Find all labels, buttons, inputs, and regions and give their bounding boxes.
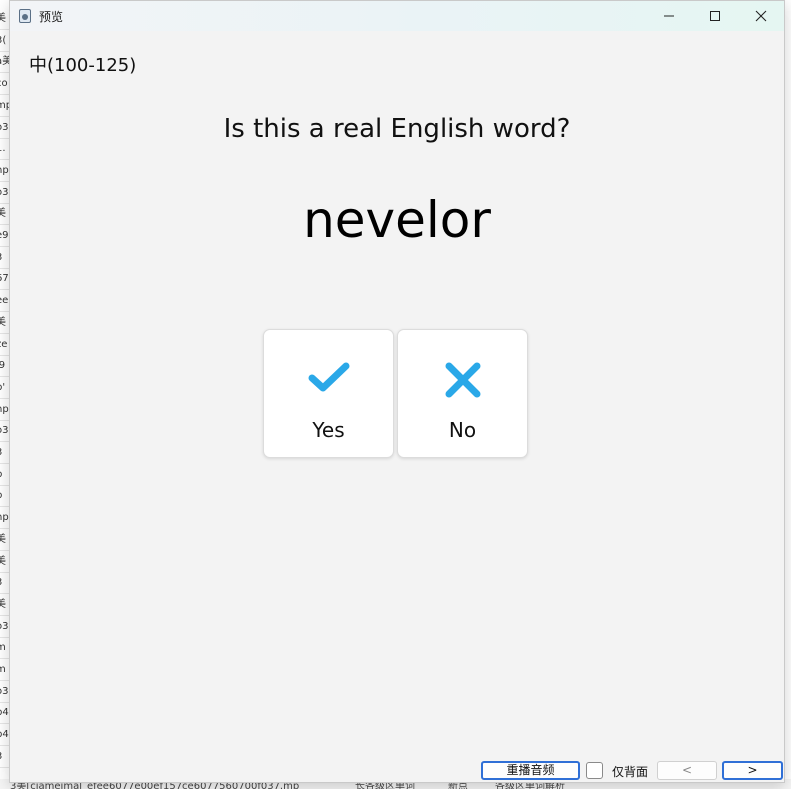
yes-button[interactable]: Yes bbox=[263, 329, 394, 458]
minimize-icon bbox=[664, 15, 674, 17]
replay-audio-button[interactable]: 重播音频 bbox=[481, 761, 580, 780]
next-button[interactable]: > bbox=[722, 761, 783, 780]
no-label: No bbox=[448, 418, 477, 442]
close-button[interactable] bbox=[738, 1, 784, 31]
maximize-button[interactable] bbox=[692, 1, 738, 31]
window-title: 预览 bbox=[39, 10, 64, 24]
maximize-icon bbox=[710, 11, 720, 21]
title-bar[interactable]: 预览 bbox=[10, 1, 784, 31]
back-only-checkbox[interactable] bbox=[586, 762, 603, 779]
test-word: nevelor bbox=[303, 191, 491, 249]
prev-button[interactable]: < bbox=[657, 761, 717, 780]
check-icon bbox=[308, 362, 349, 392]
minimize-button[interactable] bbox=[646, 1, 692, 31]
app-icon bbox=[19, 9, 31, 23]
cross-icon bbox=[445, 362, 480, 398]
difficulty-level-label: 中(100-125) bbox=[29, 55, 137, 76]
no-button[interactable]: No bbox=[397, 329, 528, 458]
yes-label: Yes bbox=[312, 418, 345, 442]
back-only-label: 仅背面 bbox=[612, 765, 649, 779]
preview-window: 预览 中(100-125) Is this a real English wor… bbox=[9, 0, 785, 783]
close-icon bbox=[755, 10, 767, 22]
question-text: Is this a real English word? bbox=[223, 114, 571, 144]
